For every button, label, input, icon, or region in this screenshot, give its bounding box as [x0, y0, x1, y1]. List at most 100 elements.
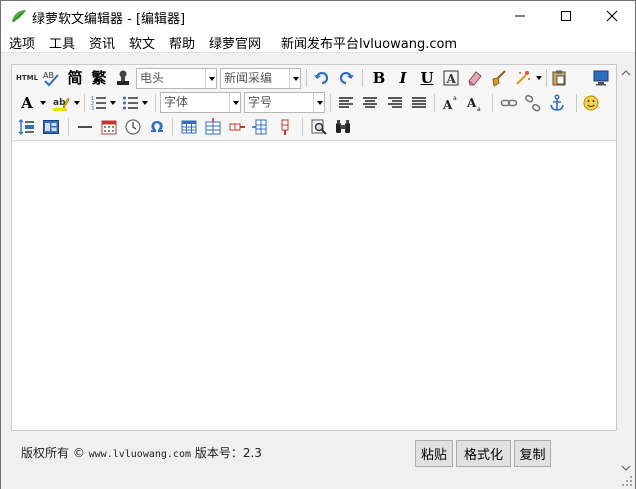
- subscript-button[interactable]: A a: [464, 92, 486, 114]
- scroll-up-button[interactable]: [617, 64, 634, 81]
- leaf-logo-icon: [11, 9, 27, 23]
- insert-link-button[interactable]: [498, 92, 520, 114]
- minimize-button[interactable]: [497, 1, 543, 31]
- align-right-button[interactable]: [384, 92, 406, 114]
- toolbar-divider: [546, 69, 547, 87]
- spellcheck-button[interactable]: AB: [40, 67, 62, 89]
- chevron-down-icon[interactable]: [40, 101, 46, 105]
- insert-date-button[interactable]: [98, 116, 120, 138]
- menu-options[interactable]: 选项: [9, 33, 35, 52]
- find-replace-button[interactable]: [332, 116, 354, 138]
- paste-button[interactable]: 粘贴: [415, 440, 453, 467]
- chevron-down-icon[interactable]: [142, 101, 148, 105]
- close-icon: [606, 10, 618, 22]
- svg-text:3: 3: [91, 106, 94, 112]
- stamp-button[interactable]: [112, 67, 134, 89]
- simplified-chinese-button[interactable]: 简: [64, 67, 86, 89]
- html-source-button[interactable]: HTML: [16, 67, 38, 89]
- special-char-button[interactable]: Ω: [146, 116, 168, 138]
- redo-button[interactable]: [335, 67, 357, 89]
- magic-wand-button[interactable]: [512, 67, 534, 89]
- underline-button[interactable]: U: [416, 67, 438, 89]
- toolbar-divider: [172, 118, 173, 136]
- font-color-button[interactable]: A: [16, 92, 38, 114]
- insert-column-button[interactable]: [250, 116, 272, 138]
- highlight-color-button[interactable]: ab: [50, 92, 72, 114]
- emoticon-button[interactable]: [580, 92, 602, 114]
- align-center-button[interactable]: [359, 92, 381, 114]
- font-family-select[interactable]: 字体: [160, 92, 241, 113]
- italic-icon: I: [399, 68, 407, 87]
- title-bar: 绿萝软文编辑器 - [编辑器]: [1, 1, 635, 31]
- menu-news[interactable]: 资讯: [89, 33, 115, 52]
- paragraph-format-select[interactable]: 电头: [136, 68, 217, 89]
- maximize-button[interactable]: [543, 1, 589, 31]
- horizontal-rule-button[interactable]: [74, 116, 96, 138]
- resize-grip-icon[interactable]: [621, 475, 633, 487]
- template-select[interactable]: 新闻采编: [220, 68, 301, 89]
- layout-button[interactable]: [40, 116, 62, 138]
- anchor-button[interactable]: [546, 92, 568, 114]
- chevron-down-icon[interactable]: [110, 101, 116, 105]
- omega-icon: Ω: [150, 117, 164, 136]
- format-button[interactable]: 格式化: [456, 440, 511, 467]
- menu-official-site[interactable]: 绿萝官网: [209, 33, 261, 52]
- close-button[interactable]: [589, 1, 635, 31]
- delete-column-button[interactable]: [274, 116, 296, 138]
- superscript-button[interactable]: A a: [440, 92, 462, 114]
- unordered-list-button[interactable]: [120, 92, 142, 114]
- align-left-button[interactable]: [335, 92, 357, 114]
- bold-button[interactable]: B: [368, 67, 390, 89]
- insert-table-button[interactable]: [178, 116, 200, 138]
- menu-publish-platform[interactable]: 新闻发布平台lvluowang.com: [281, 33, 457, 52]
- highlight-icon: ab: [53, 97, 70, 111]
- smiley-icon: [583, 95, 599, 111]
- preview-button[interactable]: [308, 116, 330, 138]
- ordered-list-button[interactable]: 1 2 3: [88, 92, 110, 114]
- scroll-down-button[interactable]: [617, 459, 634, 476]
- undo-button[interactable]: [311, 67, 333, 89]
- editor-toolbar: HTML AB 简 繁 电头 新闻采编 B I U A A ab 1 2 3 字…: [12, 65, 616, 141]
- chevron-down-icon[interactable]: [74, 101, 80, 105]
- font-family-placeholder: 字体: [164, 95, 189, 109]
- eraser-button[interactable]: [464, 67, 486, 89]
- format-painter-button[interactable]: [488, 67, 510, 89]
- traditional-chinese-button[interactable]: 繁: [88, 67, 110, 89]
- toolbar-divider: [362, 69, 363, 87]
- editor-content[interactable]: [12, 142, 616, 430]
- delete-row-button[interactable]: [226, 116, 248, 138]
- paste-text-button[interactable]: [548, 67, 570, 89]
- toolbar-divider: [492, 94, 493, 112]
- unlink-button[interactable]: [522, 92, 544, 114]
- toolbar-divider: [302, 118, 303, 136]
- delete-row-icon: [229, 123, 245, 131]
- fullscreen-button[interactable]: [590, 67, 612, 89]
- line-height-icon: [18, 119, 34, 135]
- vertical-scrollbar[interactable]: [617, 64, 634, 476]
- justify-button[interactable]: [408, 92, 430, 114]
- line-height-button[interactable]: [16, 116, 38, 138]
- toolbar-divider: [155, 94, 156, 112]
- chevron-down-icon: [313, 93, 324, 112]
- toolbar-divider: [84, 94, 85, 112]
- insert-time-button[interactable]: [122, 116, 144, 138]
- font-color-icon: A: [21, 93, 33, 112]
- insert-row-button[interactable]: [202, 116, 224, 138]
- menu-articles[interactable]: 软文: [129, 33, 155, 52]
- chevron-down-icon[interactable]: [536, 76, 542, 80]
- italic-button[interactable]: I: [392, 67, 414, 89]
- font-border-button[interactable]: A: [440, 67, 462, 89]
- binoculars-icon: [336, 120, 350, 133]
- align-right-icon: [388, 97, 402, 108]
- menu-help[interactable]: 帮助: [169, 33, 195, 52]
- copy-button[interactable]: 复制: [514, 440, 551, 467]
- unlink-icon: [525, 94, 541, 112]
- ordered-list-icon: 1 2 3: [91, 96, 106, 112]
- menu-tools[interactable]: 工具: [49, 33, 75, 52]
- paste-icon: [552, 70, 566, 86]
- copyright-text: 版权所有 © www.lvluowang.com 版本号：2.3: [21, 444, 262, 461]
- calendar-icon: [101, 120, 117, 135]
- horizontal-rule-icon: [78, 126, 92, 128]
- font-size-select[interactable]: 字号: [244, 92, 325, 113]
- svg-text:a: a: [477, 106, 481, 112]
